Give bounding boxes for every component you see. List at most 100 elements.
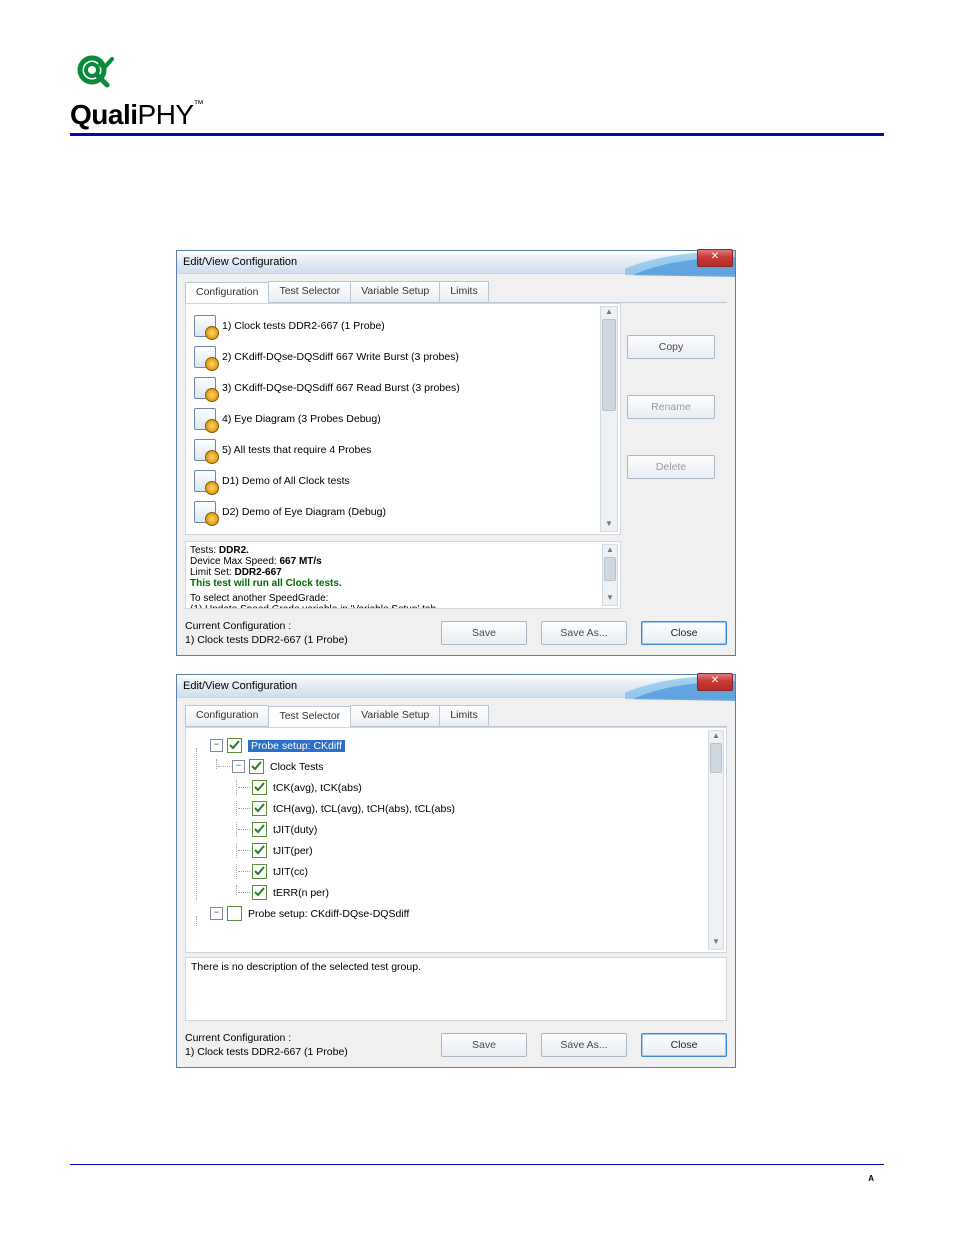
logo-text-a: Quali <box>70 99 138 130</box>
scroll-down-icon[interactable]: ▼ <box>709 937 723 949</box>
desc-highlight: This test will run all Clock tests. <box>190 578 616 589</box>
config-item[interactable]: 5) All tests that require 4 Probes <box>194 434 586 465</box>
scrollbar[interactable]: ▲▼ <box>708 730 724 950</box>
tab-configuration[interactable]: Configuration <box>185 282 269 303</box>
desc-text: To select another SpeedGrade: <box>190 593 616 604</box>
tab-test-selector[interactable]: Test Selector <box>268 706 351 727</box>
close-icon: ✕ <box>711 251 719 262</box>
scroll-thumb[interactable] <box>710 743 722 773</box>
config-description: Tests: DDR2. Device Max Speed: 667 MT/s … <box>185 541 621 609</box>
checkbox[interactable] <box>252 780 267 795</box>
logo-tm: ™ <box>194 99 204 110</box>
tree-node-label[interactable]: Clock Tests <box>270 761 324 773</box>
desc-text: (1) Update Speed Grade variable in 'Vari… <box>190 604 616 609</box>
window-close-button[interactable]: ✕ <box>697 249 733 267</box>
tree-leaf-label[interactable]: tCK(avg), tCK(abs) <box>273 782 362 794</box>
window-close-button[interactable]: ✕ <box>697 673 733 691</box>
logo-text-b: PHY <box>138 99 194 130</box>
tab-variable-setup[interactable]: Variable Setup <box>350 705 440 726</box>
test-tree[interactable]: − Probe setup: CKdiff − <box>190 738 722 921</box>
titlebar[interactable]: Edit/View Configuration ✕ <box>177 675 735 698</box>
page-footer-marker: A <box>868 1174 874 1183</box>
scroll-up-icon[interactable]: ▲ <box>603 545 617 557</box>
tabs: Configuration Test Selector Variable Set… <box>185 281 727 303</box>
config-item-label: 3) CKdiff-DQse-DQSdiff 667 Read Burst (3… <box>222 382 460 394</box>
scroll-thumb[interactable] <box>604 557 616 581</box>
checkbox[interactable] <box>252 801 267 816</box>
rename-button[interactable]: Rename <box>627 395 715 419</box>
current-config-value: 1) Clock tests DDR2-667 (1 Probe) <box>185 633 348 647</box>
checkbox[interactable] <box>252 822 267 837</box>
config-item-label: 1) Clock tests DDR2-667 (1 Probe) <box>222 320 385 332</box>
test-group-description: There is no description of the selected … <box>185 957 727 1021</box>
checkbox[interactable] <box>249 759 264 774</box>
config-icon <box>194 501 216 523</box>
config-icon <box>194 439 216 461</box>
checkbox[interactable] <box>227 738 242 753</box>
header-rule <box>70 133 884 136</box>
scroll-up-icon[interactable]: ▲ <box>709 731 723 743</box>
save-button[interactable]: Save <box>441 1033 527 1057</box>
desc-text: Limit Set: <box>190 567 234 578</box>
config-item[interactable]: D2) Demo of Eye Diagram (Debug) <box>194 496 586 527</box>
config-icon <box>194 315 216 337</box>
desc-text: 667 MT/s <box>280 556 322 567</box>
config-icon <box>194 408 216 430</box>
save-as-button[interactable]: Save As... <box>541 1033 627 1057</box>
titlebar[interactable]: Edit/View Configuration ✕ <box>177 251 735 274</box>
tab-variable-setup[interactable]: Variable Setup <box>350 281 440 302</box>
checkbox[interactable] <box>252 843 267 858</box>
current-config-value: 1) Clock tests DDR2-667 (1 Probe) <box>185 1045 348 1059</box>
tree-leaf-label[interactable]: tJIT(per) <box>273 845 313 857</box>
save-as-button[interactable]: Save As... <box>541 621 627 645</box>
tab-limits[interactable]: Limits <box>439 281 488 302</box>
tab-limits[interactable]: Limits <box>439 705 488 726</box>
footer-rule <box>70 1164 884 1165</box>
tree-node-label[interactable]: Probe setup: CKdiff-DQse-DQSdiff <box>248 908 409 920</box>
config-item[interactable]: 2) CKdiff-DQse-DQSdiff 667 Write Burst (… <box>194 341 586 372</box>
tree-leaf-label[interactable]: tERR(n per) <box>273 887 329 899</box>
config-item-label: D1) Demo of All Clock tests <box>222 475 350 487</box>
edit-view-configuration-window-2: Edit/View Configuration ✕ Configuration … <box>176 674 736 1068</box>
checkbox[interactable] <box>252 885 267 900</box>
config-item[interactable]: 3) CKdiff-DQse-DQSdiff 667 Read Burst (3… <box>194 372 586 403</box>
config-item[interactable]: 1) Clock tests DDR2-667 (1 Probe) <box>194 310 586 341</box>
expand-toggle[interactable]: − <box>232 760 245 773</box>
tree-leaf-label[interactable]: tJIT(cc) <box>273 866 308 878</box>
config-item-label: 2) CKdiff-DQse-DQSdiff 667 Write Burst (… <box>222 351 459 363</box>
config-item-label: D2) Demo of Eye Diagram (Debug) <box>222 506 386 518</box>
configuration-list[interactable]: 1) Clock tests DDR2-667 (1 Probe) 2) CKd… <box>192 310 586 528</box>
save-button[interactable]: Save <box>441 621 527 645</box>
desc-text: Device Max Speed: <box>190 556 280 567</box>
close-button[interactable]: Close <box>641 1033 727 1057</box>
config-item[interactable]: D1) Demo of All Clock tests <box>194 465 586 496</box>
tree-node-selected[interactable]: Probe setup: CKdiff <box>248 740 345 752</box>
scroll-up-icon[interactable]: ▲ <box>601 307 617 319</box>
checkbox[interactable] <box>227 906 242 921</box>
close-button[interactable]: Close <box>641 621 727 645</box>
scroll-thumb[interactable] <box>602 319 616 411</box>
test-tree-panel: − Probe setup: CKdiff − <box>185 727 727 953</box>
scrollbar[interactable]: ▲▼ <box>602 544 618 606</box>
config-icon <box>194 346 216 368</box>
scrollbar[interactable]: ▲▼ <box>600 306 618 532</box>
scroll-down-icon[interactable]: ▼ <box>603 593 617 605</box>
config-item-label: 4) Eye Diagram (3 Probes Debug) <box>222 413 381 425</box>
config-item[interactable]: 4) Eye Diagram (3 Probes Debug) <box>194 403 586 434</box>
desc-text: Tests: <box>190 545 219 556</box>
tabs: Configuration Test Selector Variable Set… <box>185 705 727 727</box>
edit-view-configuration-window-1: Edit/View Configuration ✕ Configuration … <box>176 250 736 656</box>
window-title: Edit/View Configuration <box>183 256 297 268</box>
tree-leaf-label[interactable]: tJIT(duty) <box>273 824 317 836</box>
expand-toggle[interactable]: − <box>210 907 223 920</box>
delete-button[interactable]: Delete <box>627 455 715 479</box>
tree-leaf-label[interactable]: tCH(avg), tCL(avg), tCH(abs), tCL(abs) <box>273 803 455 815</box>
copy-button[interactable]: Copy <box>627 335 715 359</box>
desc-text: DDR2-667 <box>234 567 281 578</box>
current-config-label: Current Configuration : <box>185 619 348 633</box>
scroll-down-icon[interactable]: ▼ <box>601 519 617 531</box>
tab-test-selector[interactable]: Test Selector <box>268 281 351 302</box>
checkbox[interactable] <box>252 864 267 879</box>
tab-configuration[interactable]: Configuration <box>185 705 269 726</box>
expand-toggle[interactable]: − <box>210 739 223 752</box>
